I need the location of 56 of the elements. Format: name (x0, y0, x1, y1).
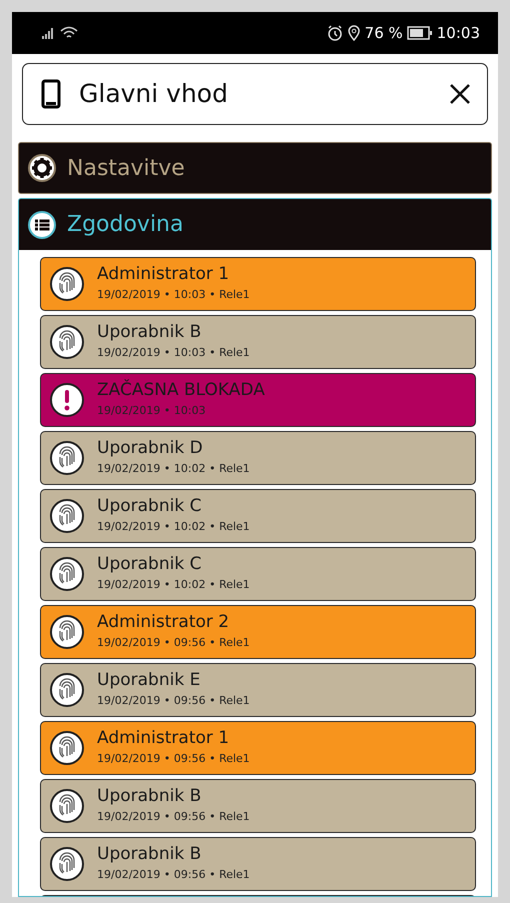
list-icon (27, 210, 57, 240)
history-entry[interactable]: Uporabnik D 19/02/2019 • 10:02 • Rele1 (40, 431, 476, 485)
exclamation-icon (49, 382, 85, 418)
history-entry[interactable]: Administrator 1 19/02/2019 • 09:56 • Rele1 (40, 721, 476, 775)
fingerprint-icon (49, 730, 85, 766)
entry-details: 19/02/2019 • 10:02 • Rele1 (97, 519, 250, 536)
location-icon (346, 25, 361, 41)
entry-details: 19/02/2019 • 09:56 • Rele1 (97, 751, 250, 768)
section-header[interactable]: Nastavitve (18, 142, 492, 194)
entry-details: 19/02/2019 • 10:03 • Rele1 (97, 287, 250, 304)
history-entry[interactable]: Uporabnik B 19/02/2019 • 09:56 • Rele1 (40, 779, 476, 833)
history-entry[interactable]: Uporabnik E 19/02/2019 • 09:56 • Rele1 (40, 663, 476, 717)
fingerprint-icon (49, 672, 85, 708)
phone-icon (41, 79, 61, 109)
entry-name: Uporabnik C (97, 554, 202, 574)
fingerprint-icon (49, 498, 85, 534)
fingerprint-icon (49, 324, 85, 360)
entry-name: Uporabnik C (97, 496, 202, 516)
clock-time: 10:03 (436, 22, 480, 44)
entry-name: Uporabnik B (97, 786, 202, 806)
fingerprint-icon (49, 846, 85, 882)
fingerprint-icon (49, 788, 85, 824)
entry-name: Administrator 2 (97, 612, 230, 632)
entry-name: Uporabnik E (97, 670, 202, 690)
entry-name: Administrator 1 (97, 264, 230, 284)
entry-name: ZAČASNA BLOKADA (97, 380, 265, 400)
wifi-icon (60, 26, 78, 40)
history-entry[interactable]: Uporabnik C 19/02/2019 • 10:02 • Rele1 (40, 547, 476, 601)
entry-details: 19/02/2019 • 10:03 (97, 403, 207, 420)
history-entry[interactable]: Uporabnik B 19/02/2019 • 10:03 • Rele1 (40, 315, 476, 369)
header-title: Glavni vhod (79, 78, 229, 110)
fingerprint-icon (49, 440, 85, 476)
gear-icon (27, 153, 57, 183)
alarm-icon (326, 25, 343, 41)
fingerprint-icon (49, 266, 85, 302)
battery-icon (406, 26, 433, 40)
entry-name: Uporabnik B (97, 322, 202, 342)
fingerprint-icon (49, 556, 85, 592)
section-header[interactable]: Zgodovina (18, 198, 492, 250)
entry-details: 19/02/2019 • 09:56 • Rele1 (97, 809, 250, 826)
entry-name: Uporabnik B (97, 844, 202, 864)
entry-details: 19/02/2019 • 10:03 • Rele1 (97, 345, 250, 362)
fingerprint-icon (49, 614, 85, 650)
entry-details: 19/02/2019 • 10:02 • Rele1 (97, 577, 250, 594)
entry-name: Administrator 1 (97, 728, 230, 748)
entry-details: 19/02/2019 • 10:02 • Rele1 (97, 461, 250, 478)
history-entry[interactable]: Uporabnik C 19/02/2019 • 10:02 • Rele1 (40, 489, 476, 543)
history-entry[interactable]: Uporabnik B 19/02/2019 • 09:56 • Rele1 (40, 837, 476, 891)
signal-icon (42, 27, 56, 39)
entry-details: 19/02/2019 • 09:56 • Rele1 (97, 867, 250, 884)
entry-details: 19/02/2019 • 09:56 • Rele1 (97, 635, 250, 652)
entry-name: Uporabnik D (97, 438, 204, 458)
history-entry[interactable]: Administrator 1 19/02/2019 • 10:03 • Rele1 (40, 257, 476, 311)
entry-details: 19/02/2019 • 09:56 • Rele1 (97, 693, 250, 710)
battery-level: 76 % (364, 22, 403, 44)
history-entry[interactable]: Administrator 2 19/02/2019 • 09:56 • Rele1 (40, 605, 476, 659)
